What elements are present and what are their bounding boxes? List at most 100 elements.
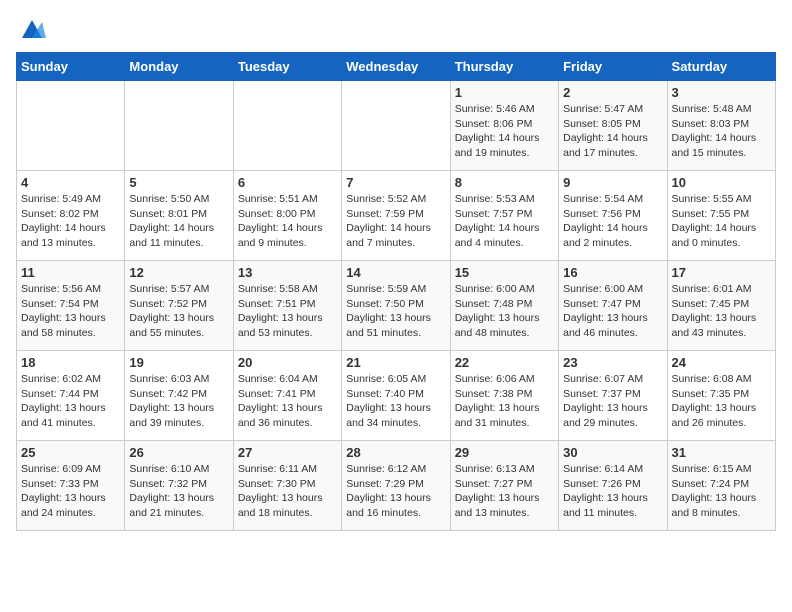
calendar-table: SundayMondayTuesdayWednesdayThursdayFrid… [16, 52, 776, 531]
day-info: Sunrise: 5:57 AM Sunset: 7:52 PM Dayligh… [129, 282, 228, 341]
day-number: 17 [672, 265, 771, 280]
day-info: Sunrise: 6:01 AM Sunset: 7:45 PM Dayligh… [672, 282, 771, 341]
calendar-cell [342, 81, 450, 171]
calendar-cell [125, 81, 233, 171]
day-info: Sunrise: 5:48 AM Sunset: 8:03 PM Dayligh… [672, 102, 771, 161]
day-info: Sunrise: 6:05 AM Sunset: 7:40 PM Dayligh… [346, 372, 445, 431]
column-header-tuesday: Tuesday [233, 53, 341, 81]
calendar-cell: 18Sunrise: 6:02 AM Sunset: 7:44 PM Dayli… [17, 351, 125, 441]
day-number: 3 [672, 85, 771, 100]
day-number: 12 [129, 265, 228, 280]
day-number: 23 [563, 355, 662, 370]
day-info: Sunrise: 5:47 AM Sunset: 8:05 PM Dayligh… [563, 102, 662, 161]
day-number: 19 [129, 355, 228, 370]
calendar-cell [17, 81, 125, 171]
day-number: 28 [346, 445, 445, 460]
calendar-cell: 13 Sunrise: 5:58 AM Sunset: 7:51 PM Dayli… [233, 261, 341, 351]
calendar-cell: 24 Sunrise: 6:08 AM Sunset: 7:35 PM Dayli… [667, 351, 775, 441]
calendar-cell: 25 Sunrise: 6:09 AM Sunset: 7:33 PM Dayli… [17, 441, 125, 531]
day-number: 6 [238, 175, 337, 190]
day-number: 10 [672, 175, 771, 190]
day-number: 16 [563, 265, 662, 280]
day-number: 8 [455, 175, 554, 190]
calendar-week-4: 18Sunrise: 6:02 AM Sunset: 7:44 PM Dayli… [17, 351, 776, 441]
calendar-cell [233, 81, 341, 171]
day-number: 26 [129, 445, 228, 460]
calendar-cell: 6Sunrise: 5:51 AM Sunset: 8:00 PM Daylig… [233, 171, 341, 261]
day-info: Sunrise: 6:06 AM Sunset: 7:38 PM Dayligh… [455, 372, 554, 431]
day-info: Sunrise: 6:07 AM Sunset: 7:37 PM Dayligh… [563, 372, 662, 431]
day-info: Sunrise: 6:00 AM Sunset: 7:48 PM Dayligh… [455, 282, 554, 341]
day-info: Sunrise: 5:50 AM Sunset: 8:01 PM Dayligh… [129, 192, 228, 251]
logo-icon [18, 16, 46, 44]
calendar-cell: 10 Sunrise: 5:55 AM Sunset: 7:55 PM Dayli… [667, 171, 775, 261]
column-header-monday: Monday [125, 53, 233, 81]
day-number: 15 [455, 265, 554, 280]
day-number: 22 [455, 355, 554, 370]
day-number: 25 [21, 445, 120, 460]
calendar-week-1: 1 Sunrise: 5:46 AM Sunset: 8:06 PM Daylig… [17, 81, 776, 171]
calendar-cell: 8 Sunrise: 5:53 AM Sunset: 7:57 PM Daylig… [450, 171, 558, 261]
day-info: Sunrise: 5:58 AM Sunset: 7:51 PM Dayligh… [238, 282, 337, 341]
day-info: Sunrise: 6:04 AM Sunset: 7:41 PM Dayligh… [238, 372, 337, 431]
day-info: Sunrise: 6:13 AM Sunset: 7:27 PM Dayligh… [455, 462, 554, 521]
calendar-cell: 27 Sunrise: 6:11 AM Sunset: 7:30 PM Dayli… [233, 441, 341, 531]
day-number: 21 [346, 355, 445, 370]
column-header-sunday: Sunday [17, 53, 125, 81]
calendar-cell: 30 Sunrise: 6:14 AM Sunset: 7:26 PM Dayli… [559, 441, 667, 531]
day-info: Sunrise: 5:49 AM Sunset: 8:02 PM Dayligh… [21, 192, 120, 251]
calendar-week-2: 4 Sunrise: 5:49 AM Sunset: 8:02 PM Daylig… [17, 171, 776, 261]
day-info: Sunrise: 6:15 AM Sunset: 7:24 PM Dayligh… [672, 462, 771, 521]
day-info: Sunrise: 6:00 AM Sunset: 7:47 PM Dayligh… [563, 282, 662, 341]
day-info: Sunrise: 5:59 AM Sunset: 7:50 PM Dayligh… [346, 282, 445, 341]
calendar-cell: 9 Sunrise: 5:54 AM Sunset: 7:56 PM Daylig… [559, 171, 667, 261]
day-info: Sunrise: 5:46 AM Sunset: 8:06 PM Dayligh… [455, 102, 554, 161]
day-info: Sunrise: 6:10 AM Sunset: 7:32 PM Dayligh… [129, 462, 228, 521]
calendar-header: SundayMondayTuesdayWednesdayThursdayFrid… [17, 53, 776, 81]
day-number: 13 [238, 265, 337, 280]
logo [16, 16, 46, 44]
day-number: 14 [346, 265, 445, 280]
day-info: Sunrise: 6:14 AM Sunset: 7:26 PM Dayligh… [563, 462, 662, 521]
day-number: 9 [563, 175, 662, 190]
calendar-cell: 11Sunrise: 5:56 AM Sunset: 7:54 PM Dayli… [17, 261, 125, 351]
calendar-cell: 28Sunrise: 6:12 AM Sunset: 7:29 PM Dayli… [342, 441, 450, 531]
day-number: 5 [129, 175, 228, 190]
day-number: 1 [455, 85, 554, 100]
day-number: 7 [346, 175, 445, 190]
column-header-wednesday: Wednesday [342, 53, 450, 81]
column-header-friday: Friday [559, 53, 667, 81]
day-info: Sunrise: 6:09 AM Sunset: 7:33 PM Dayligh… [21, 462, 120, 521]
page-header [16, 16, 776, 44]
day-info: Sunrise: 5:55 AM Sunset: 7:55 PM Dayligh… [672, 192, 771, 251]
calendar-cell: 16 Sunrise: 6:00 AM Sunset: 7:47 PM Dayli… [559, 261, 667, 351]
day-info: Sunrise: 6:08 AM Sunset: 7:35 PM Dayligh… [672, 372, 771, 431]
calendar-cell: 21 Sunrise: 6:05 AM Sunset: 7:40 PM Dayli… [342, 351, 450, 441]
calendar-cell: 29Sunrise: 6:13 AM Sunset: 7:27 PM Dayli… [450, 441, 558, 531]
calendar-cell: 20Sunrise: 6:04 AM Sunset: 7:41 PM Dayli… [233, 351, 341, 441]
day-number: 24 [672, 355, 771, 370]
calendar-cell: 3 Sunrise: 5:48 AM Sunset: 8:03 PM Daylig… [667, 81, 775, 171]
day-number: 18 [21, 355, 120, 370]
calendar-cell: 14 Sunrise: 5:59 AM Sunset: 7:50 PM Dayli… [342, 261, 450, 351]
calendar-cell: 1 Sunrise: 5:46 AM Sunset: 8:06 PM Daylig… [450, 81, 558, 171]
calendar-cell: 4 Sunrise: 5:49 AM Sunset: 8:02 PM Daylig… [17, 171, 125, 261]
calendar-week-3: 11Sunrise: 5:56 AM Sunset: 7:54 PM Dayli… [17, 261, 776, 351]
day-number: 27 [238, 445, 337, 460]
calendar-body: 1 Sunrise: 5:46 AM Sunset: 8:06 PM Daylig… [17, 81, 776, 531]
day-info: Sunrise: 5:54 AM Sunset: 7:56 PM Dayligh… [563, 192, 662, 251]
day-info: Sunrise: 6:11 AM Sunset: 7:30 PM Dayligh… [238, 462, 337, 521]
calendar-cell: 22 Sunrise: 6:06 AM Sunset: 7:38 PM Dayli… [450, 351, 558, 441]
calendar-cell: 26 Sunrise: 6:10 AM Sunset: 7:32 PM Dayli… [125, 441, 233, 531]
day-number: 11 [21, 265, 120, 280]
day-info: Sunrise: 5:53 AM Sunset: 7:57 PM Dayligh… [455, 192, 554, 251]
calendar-week-5: 25 Sunrise: 6:09 AM Sunset: 7:33 PM Dayli… [17, 441, 776, 531]
calendar-cell: 19 Sunrise: 6:03 AM Sunset: 7:42 PM Dayli… [125, 351, 233, 441]
day-number: 30 [563, 445, 662, 460]
calendar-cell: 2Sunrise: 5:47 AM Sunset: 8:05 PM Daylig… [559, 81, 667, 171]
day-info: Sunrise: 6:03 AM Sunset: 7:42 PM Dayligh… [129, 372, 228, 431]
header-row: SundayMondayTuesdayWednesdayThursdayFrid… [17, 53, 776, 81]
calendar-cell: 17 Sunrise: 6:01 AM Sunset: 7:45 PM Dayli… [667, 261, 775, 351]
day-number: 4 [21, 175, 120, 190]
calendar-cell: 31Sunrise: 6:15 AM Sunset: 7:24 PM Dayli… [667, 441, 775, 531]
